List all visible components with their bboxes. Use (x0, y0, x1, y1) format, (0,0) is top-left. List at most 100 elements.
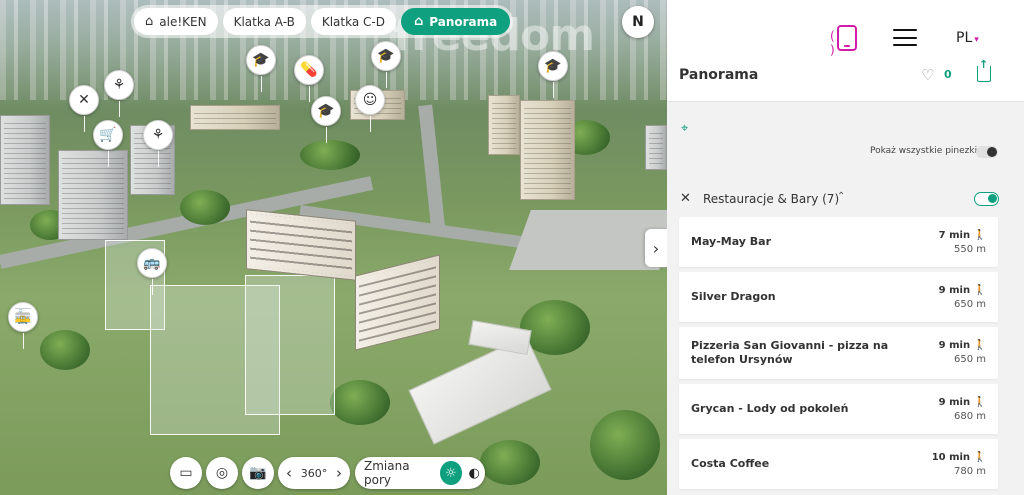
tab-aleken[interactable]: ⌂ ale!KEN (134, 8, 218, 35)
poi-pin-restaurant[interactable]: ✕ (69, 85, 99, 132)
tab-klatka-c-d[interactable]: Klatka C-D (310, 8, 396, 35)
category-label[interactable]: Restauracje & Bary (7) (703, 192, 839, 206)
gallery-button[interactable]: ▭ (170, 457, 202, 489)
playground-icon: ⚘ (112, 77, 126, 93)
apartment-tower (0, 115, 50, 205)
place-name: Pizzeria San Giovanni - pizza na telefon… (691, 339, 889, 366)
distance: 650 m (953, 299, 986, 310)
planned-building-outline (245, 275, 335, 415)
rotate-left-button[interactable]: ‹ (278, 464, 300, 482)
poi-pin-kindergarten[interactable]: ☺ (355, 85, 385, 132)
poi-pin-education[interactable]: 🎓 (371, 41, 401, 88)
tab-label: ale!KEN (159, 14, 207, 29)
shopping-cart-icon: 🛒 (99, 127, 117, 143)
distance: 780 m (953, 466, 986, 477)
tab-klatka-a-b[interactable]: Klatka A-B (222, 8, 306, 35)
walking-icon: 🚶 (973, 285, 986, 296)
language-label: PL (956, 30, 973, 46)
fork-knife-icon: ✕ (680, 191, 691, 206)
tree (330, 380, 390, 425)
warehouse-hall (408, 335, 552, 445)
category-toggle[interactable] (974, 192, 999, 206)
share-icon[interactable] (977, 58, 991, 82)
tram-icon: 🚋 (14, 309, 32, 325)
place-name: Silver Dragon (691, 290, 776, 303)
graduation-cap-icon: 🎓 (377, 48, 395, 64)
hide-pins-button[interactable]: ◎ (206, 457, 238, 489)
list-item[interactable]: Costa Coffee 10 min 🚶 780 m (679, 439, 998, 489)
place-name: Grycan - Lody od pokoleń (691, 402, 849, 415)
graduation-cap-icon: 🎓 (252, 52, 270, 68)
medicine-icon: 💊 (300, 62, 318, 78)
chevron-down-icon: ▾ (974, 35, 979, 45)
scene-tabs: ⌂ ale!KEN Klatka A-B Klatka C-D ⌂ Panora… (131, 5, 514, 38)
tab-label: Klatka C-D (321, 14, 385, 29)
show-all-pins-toggle[interactable] (976, 146, 998, 158)
heart-icon[interactable]: ♡ (921, 66, 934, 84)
smiley-icon: ☺ (362, 92, 378, 108)
list-item[interactable]: Grycan - Lody od pokoleń 9 min 🚶 680 m (679, 384, 998, 434)
moon-icon[interactable]: ◐ (464, 461, 485, 485)
apartment-tower (520, 100, 575, 200)
language-selector[interactable]: PL ▾ (956, 30, 979, 46)
rotate-right-button[interactable]: › (328, 464, 350, 482)
featured-building (355, 254, 440, 351)
distance: 650 m (953, 354, 986, 365)
side-panel: PL▾ Panorama ♡ 0 ⌖ Pokaż wszystkie pinez… (667, 0, 1024, 495)
eye-off-icon: ◎ (215, 465, 229, 481)
camera-icon: 📷 (249, 465, 267, 481)
graduation-cap-icon: 🎓 (544, 58, 562, 74)
walk-time: 9 min 🚶 (938, 397, 986, 408)
poi-pin-transport[interactable]: 🚋 (8, 302, 38, 349)
sun-icon[interactable]: ☼ (440, 461, 462, 485)
place-name: Costa Coffee (691, 457, 770, 470)
poi-pin-education[interactable]: 🎓 (538, 51, 568, 98)
distance: 550 m (953, 244, 986, 255)
screenshot-button[interactable]: 📷 (242, 457, 274, 489)
fork-knife-icon: ✕ (78, 92, 90, 108)
playground-icon: ⚘ (151, 127, 165, 143)
chevron-up-icon[interactable]: ⌃ (837, 191, 845, 202)
bus-icon: 🚌 (143, 255, 161, 271)
list-item[interactable]: Pizzeria San Giovanni - pizza na telefon… (679, 327, 998, 379)
poi-pin-shop[interactable]: 🛒 (93, 120, 123, 167)
collapse-panel-button[interactable]: › (645, 229, 667, 267)
poi-pin-pharmacy[interactable]: 💊 (294, 55, 324, 102)
chevron-right-icon: › (652, 238, 660, 258)
rotation-label: 360° (300, 466, 328, 480)
rotation-control: ‹ 360° › (278, 457, 350, 489)
tab-label: Panorama (429, 14, 498, 29)
poi-pin-playground[interactable]: ⚘ (104, 70, 134, 117)
menu-icon[interactable] (893, 29, 917, 46)
panorama-icon: ⌂ (413, 14, 424, 29)
phone-contact-icon[interactable] (830, 25, 857, 57)
time-of-day-control: Zmiana pory ☼ ◐ (355, 457, 485, 489)
compass-label: N (632, 14, 644, 30)
tree (180, 190, 230, 225)
place-name: May-May Bar (691, 235, 772, 248)
walking-icon: 🚶 (973, 340, 986, 351)
tree (300, 140, 360, 170)
poi-pin-education[interactable]: 🎓 (311, 96, 341, 143)
distance: 680 m (953, 411, 986, 422)
featured-building (246, 209, 356, 281)
walk-time: 10 min 🚶 (931, 452, 986, 463)
tree (480, 440, 540, 485)
walk-time: 9 min 🚶 (938, 340, 986, 351)
panel-topbar: PL▾ (667, 0, 1024, 60)
tab-panorama[interactable]: ⌂ Panorama (400, 8, 511, 35)
location-pin-icon: ⌖ (681, 121, 689, 136)
panorama-3d-view[interactable]: freedom 🎓 💊 🎓 🎓 ⚘ ✕ 🎓 ☺ 🛒 ⚘ 🚌 🚋 ⌂ ale!KE… (0, 0, 667, 495)
tree (40, 330, 90, 370)
likes-count: 0 (944, 68, 952, 81)
poi-pin-education[interactable]: 🎓 (246, 45, 276, 92)
list-item[interactable]: Silver Dragon 9 min 🚶 650 m (679, 272, 998, 322)
walking-icon: 🚶 (973, 452, 986, 463)
compass-button[interactable]: N (622, 6, 654, 38)
tree (590, 410, 660, 480)
road (509, 210, 667, 270)
poi-pin-transport[interactable]: 🚌 (137, 248, 167, 295)
list-item[interactable]: May-May Bar 7 min 🚶 550 m (679, 217, 998, 267)
poi-pin-playground[interactable]: ⚘ (143, 120, 173, 167)
apartment-tower (190, 105, 280, 130)
